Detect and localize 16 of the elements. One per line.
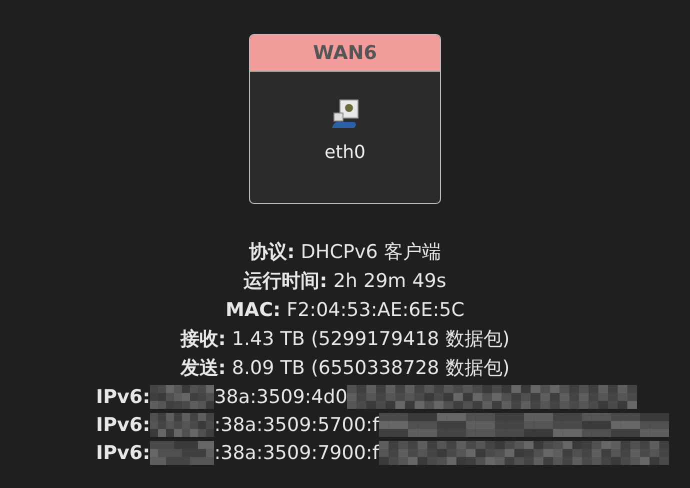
status-line: MAC: F2:04:53:AE:6E:5C (225, 298, 464, 323)
status-line: 发送: 8.09 TB (6550338728 数据包) (180, 356, 510, 381)
status-line: 协议: DHCPv6 客户端 (249, 240, 441, 265)
status-line: 接收: 1.43 TB (5299179418 数据包) (180, 327, 510, 352)
address-label: IPv6: (96, 442, 150, 464)
device-name: eth0 (324, 142, 366, 163)
address-label: IPv6: (96, 386, 150, 408)
address-value: 38a:3509:4d0 (214, 386, 348, 408)
redaction-mosaic (150, 441, 214, 465)
redaction-mosaic (150, 413, 214, 437)
redaction-mosaic (150, 385, 214, 409)
interface-name: WAN6 (313, 42, 377, 64)
address-label: IPv6: (96, 414, 150, 436)
address-value: :38a:3509:7900:f (214, 442, 380, 464)
status-line: 运行时间: 2h 29m 49s (244, 269, 446, 294)
address-value: :38a:3509:5700:f (214, 414, 380, 436)
